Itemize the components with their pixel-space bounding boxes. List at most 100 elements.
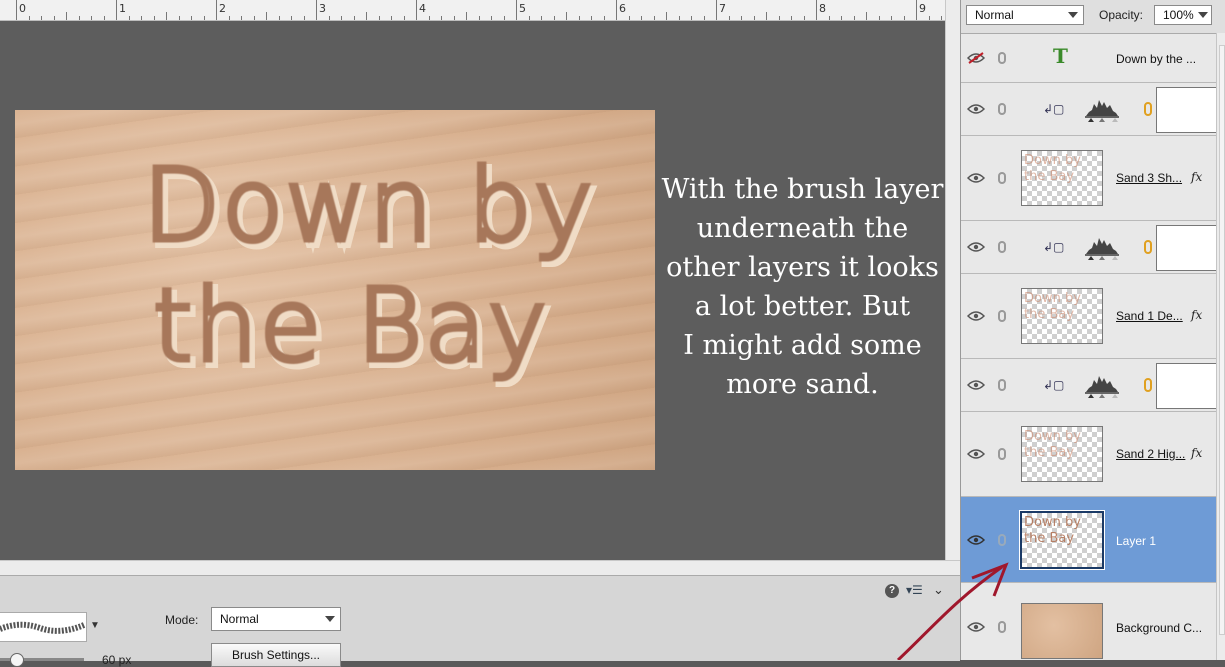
opacity-field[interactable]: 100% <box>1154 5 1212 25</box>
layer-row-adjustment[interactable]: ↲▢ <box>961 359 1218 412</box>
eye-hidden-icon[interactable] <box>967 52 985 64</box>
eye-icon[interactable] <box>967 448 985 460</box>
blend-mode-select[interactable]: Normal <box>966 5 1084 25</box>
document-canvas[interactable]: 0 1 2 3 4 5 6 7 8 9 Down by Down by the … <box>0 0 961 576</box>
layer-mask-thumbnail[interactable] <box>1156 87 1218 133</box>
layer-thumbnail[interactable]: Down by the Bay <box>1019 510 1105 570</box>
options-menu-icon[interactable]: ▾☰ <box>906 583 923 597</box>
layer-thumbnail[interactable]: Down by the Bay <box>1021 288 1103 344</box>
link-icon[interactable] <box>998 448 1006 460</box>
size-value: 60 px <box>102 653 132 667</box>
sand-writing: Down by Down by the Bay the Bay <box>141 145 601 393</box>
layer-thumbnail[interactable]: Down by the Bay <box>1021 150 1103 206</box>
horizontal-ruler: 0 1 2 3 4 5 6 7 8 9 <box>0 0 945 21</box>
ruler-tick <box>141 16 142 20</box>
eye-icon[interactable] <box>967 172 985 184</box>
eye-icon[interactable] <box>967 534 985 546</box>
ruler-tick <box>816 0 817 20</box>
thumb-text: Down by <box>1024 153 1081 168</box>
mask-link-icon[interactable] <box>1144 102 1152 116</box>
link-icon[interactable] <box>998 534 1006 546</box>
ruler-label: 0 <box>19 2 26 15</box>
ruler-tick <box>716 0 717 20</box>
ruler-tick <box>791 16 792 20</box>
sand-text-line1: Down by <box>143 147 595 264</box>
ruler-tick <box>391 16 392 20</box>
layer-row-adjustment[interactable]: ↲▢ <box>961 83 1218 136</box>
eye-icon[interactable] <box>967 621 985 633</box>
ruler-tick <box>241 16 242 20</box>
ruler-tick <box>303 16 305 20</box>
caption-line: a lot better. But <box>694 291 911 322</box>
ruler-tick <box>666 12 667 20</box>
collapse-chevron-icon[interactable]: ⌄ <box>933 582 944 598</box>
layer-style-fx-icon[interactable]: fx <box>1191 446 1202 460</box>
layer-thumbnail[interactable]: Down by the Bay <box>1021 426 1103 482</box>
mask-link-icon[interactable] <box>1144 378 1152 392</box>
ruler-tick <box>566 12 567 20</box>
brush-preview[interactable] <box>0 612 87 642</box>
ruler-tick <box>466 12 467 20</box>
link-icon[interactable] <box>998 103 1006 115</box>
layer-name[interactable]: Down by the ... <box>1116 52 1196 66</box>
layer-row-sand-3[interactable]: Down by the Bay Sand 3 Sh... fx <box>961 136 1216 221</box>
ruler-label: 8 <box>819 2 826 15</box>
ruler-tick <box>741 16 742 20</box>
thumb-text: the Bay <box>1024 445 1075 460</box>
horizontal-scrollbar[interactable] <box>0 560 960 576</box>
eye-icon[interactable] <box>967 310 985 322</box>
clipping-mask-icon: ↲▢ <box>1043 378 1065 392</box>
layer-row-background[interactable]: Background C... <box>961 583 1216 660</box>
ruler-tick <box>728 16 730 20</box>
caption-line: With the brush layer <box>661 174 944 205</box>
eye-icon[interactable] <box>967 241 985 253</box>
ruler-tick <box>503 16 505 20</box>
eye-icon[interactable] <box>967 103 985 115</box>
scrollbar-thumb[interactable] <box>1219 45 1225 635</box>
link-icon[interactable] <box>998 379 1006 391</box>
eye-icon[interactable] <box>967 379 985 391</box>
layer-style-fx-icon[interactable]: fx <box>1191 308 1202 322</box>
ruler-tick <box>116 0 117 20</box>
link-icon[interactable] <box>998 621 1006 633</box>
layer-name[interactable]: Layer 1 <box>1116 534 1156 548</box>
ruler-tick <box>853 16 855 20</box>
ruler-tick <box>153 16 155 20</box>
layer-row-sand-1[interactable]: Down by the Bay Sand 1 De... fx <box>961 274 1216 359</box>
sand-image: Down by Down by the Bay the Bay <box>15 110 655 470</box>
link-icon[interactable] <box>998 52 1006 64</box>
background-thumbnail[interactable] <box>1021 603 1103 659</box>
brush-dropdown-arrow-icon[interactable]: ▼ <box>90 620 100 631</box>
layer-name[interactable]: Sand 3 Sh... <box>1116 171 1182 185</box>
help-icon[interactable]: ? <box>885 584 899 598</box>
ruler-tick <box>328 16 330 20</box>
layers-panel-scrollbar[interactable] <box>1216 33 1225 660</box>
layer-row-layer-1[interactable]: Down by the Bay Layer 1 <box>961 497 1216 583</box>
layer-mask-thumbnail[interactable] <box>1156 225 1218 271</box>
layer-name[interactable]: Sand 1 De... <box>1116 309 1183 323</box>
vertical-scrollbar[interactable] <box>945 0 961 560</box>
layer-name[interactable]: Background C... <box>1116 621 1202 635</box>
ruler-tick <box>266 12 267 20</box>
layer-style-fx-icon[interactable]: fx <box>1191 170 1202 184</box>
layer-mask-thumbnail[interactable] <box>1156 363 1218 409</box>
link-icon[interactable] <box>998 310 1006 322</box>
link-icon[interactable] <box>998 172 1006 184</box>
size-slider-handle[interactable] <box>10 653 24 667</box>
mode-select[interactable]: Normal <box>211 607 341 631</box>
ruler-label: 2 <box>219 2 226 15</box>
brush-settings-button[interactable]: Brush Settings... <box>211 643 341 667</box>
ruler-tick <box>578 16 580 20</box>
chevron-down-icon <box>1198 12 1208 18</box>
mask-link-icon[interactable] <box>1144 240 1152 254</box>
layer-name[interactable]: Sand 2 Hig... <box>1116 447 1185 461</box>
clipping-mask-icon: ↲▢ <box>1043 102 1065 116</box>
layer-row-adjustment[interactable]: ↲▢ <box>961 221 1218 274</box>
clipping-mask-icon: ↲▢ <box>1043 240 1065 254</box>
layer-row-text[interactable]: T Down by the ... <box>961 34 1216 83</box>
link-icon[interactable] <box>998 241 1006 253</box>
chevron-down-icon <box>1068 12 1078 18</box>
layer-row-sand-2[interactable]: Down by the Bay Sand 2 Hig... fx <box>961 412 1216 497</box>
ruler-tick <box>428 16 430 20</box>
ruler-label: 3 <box>319 2 326 15</box>
